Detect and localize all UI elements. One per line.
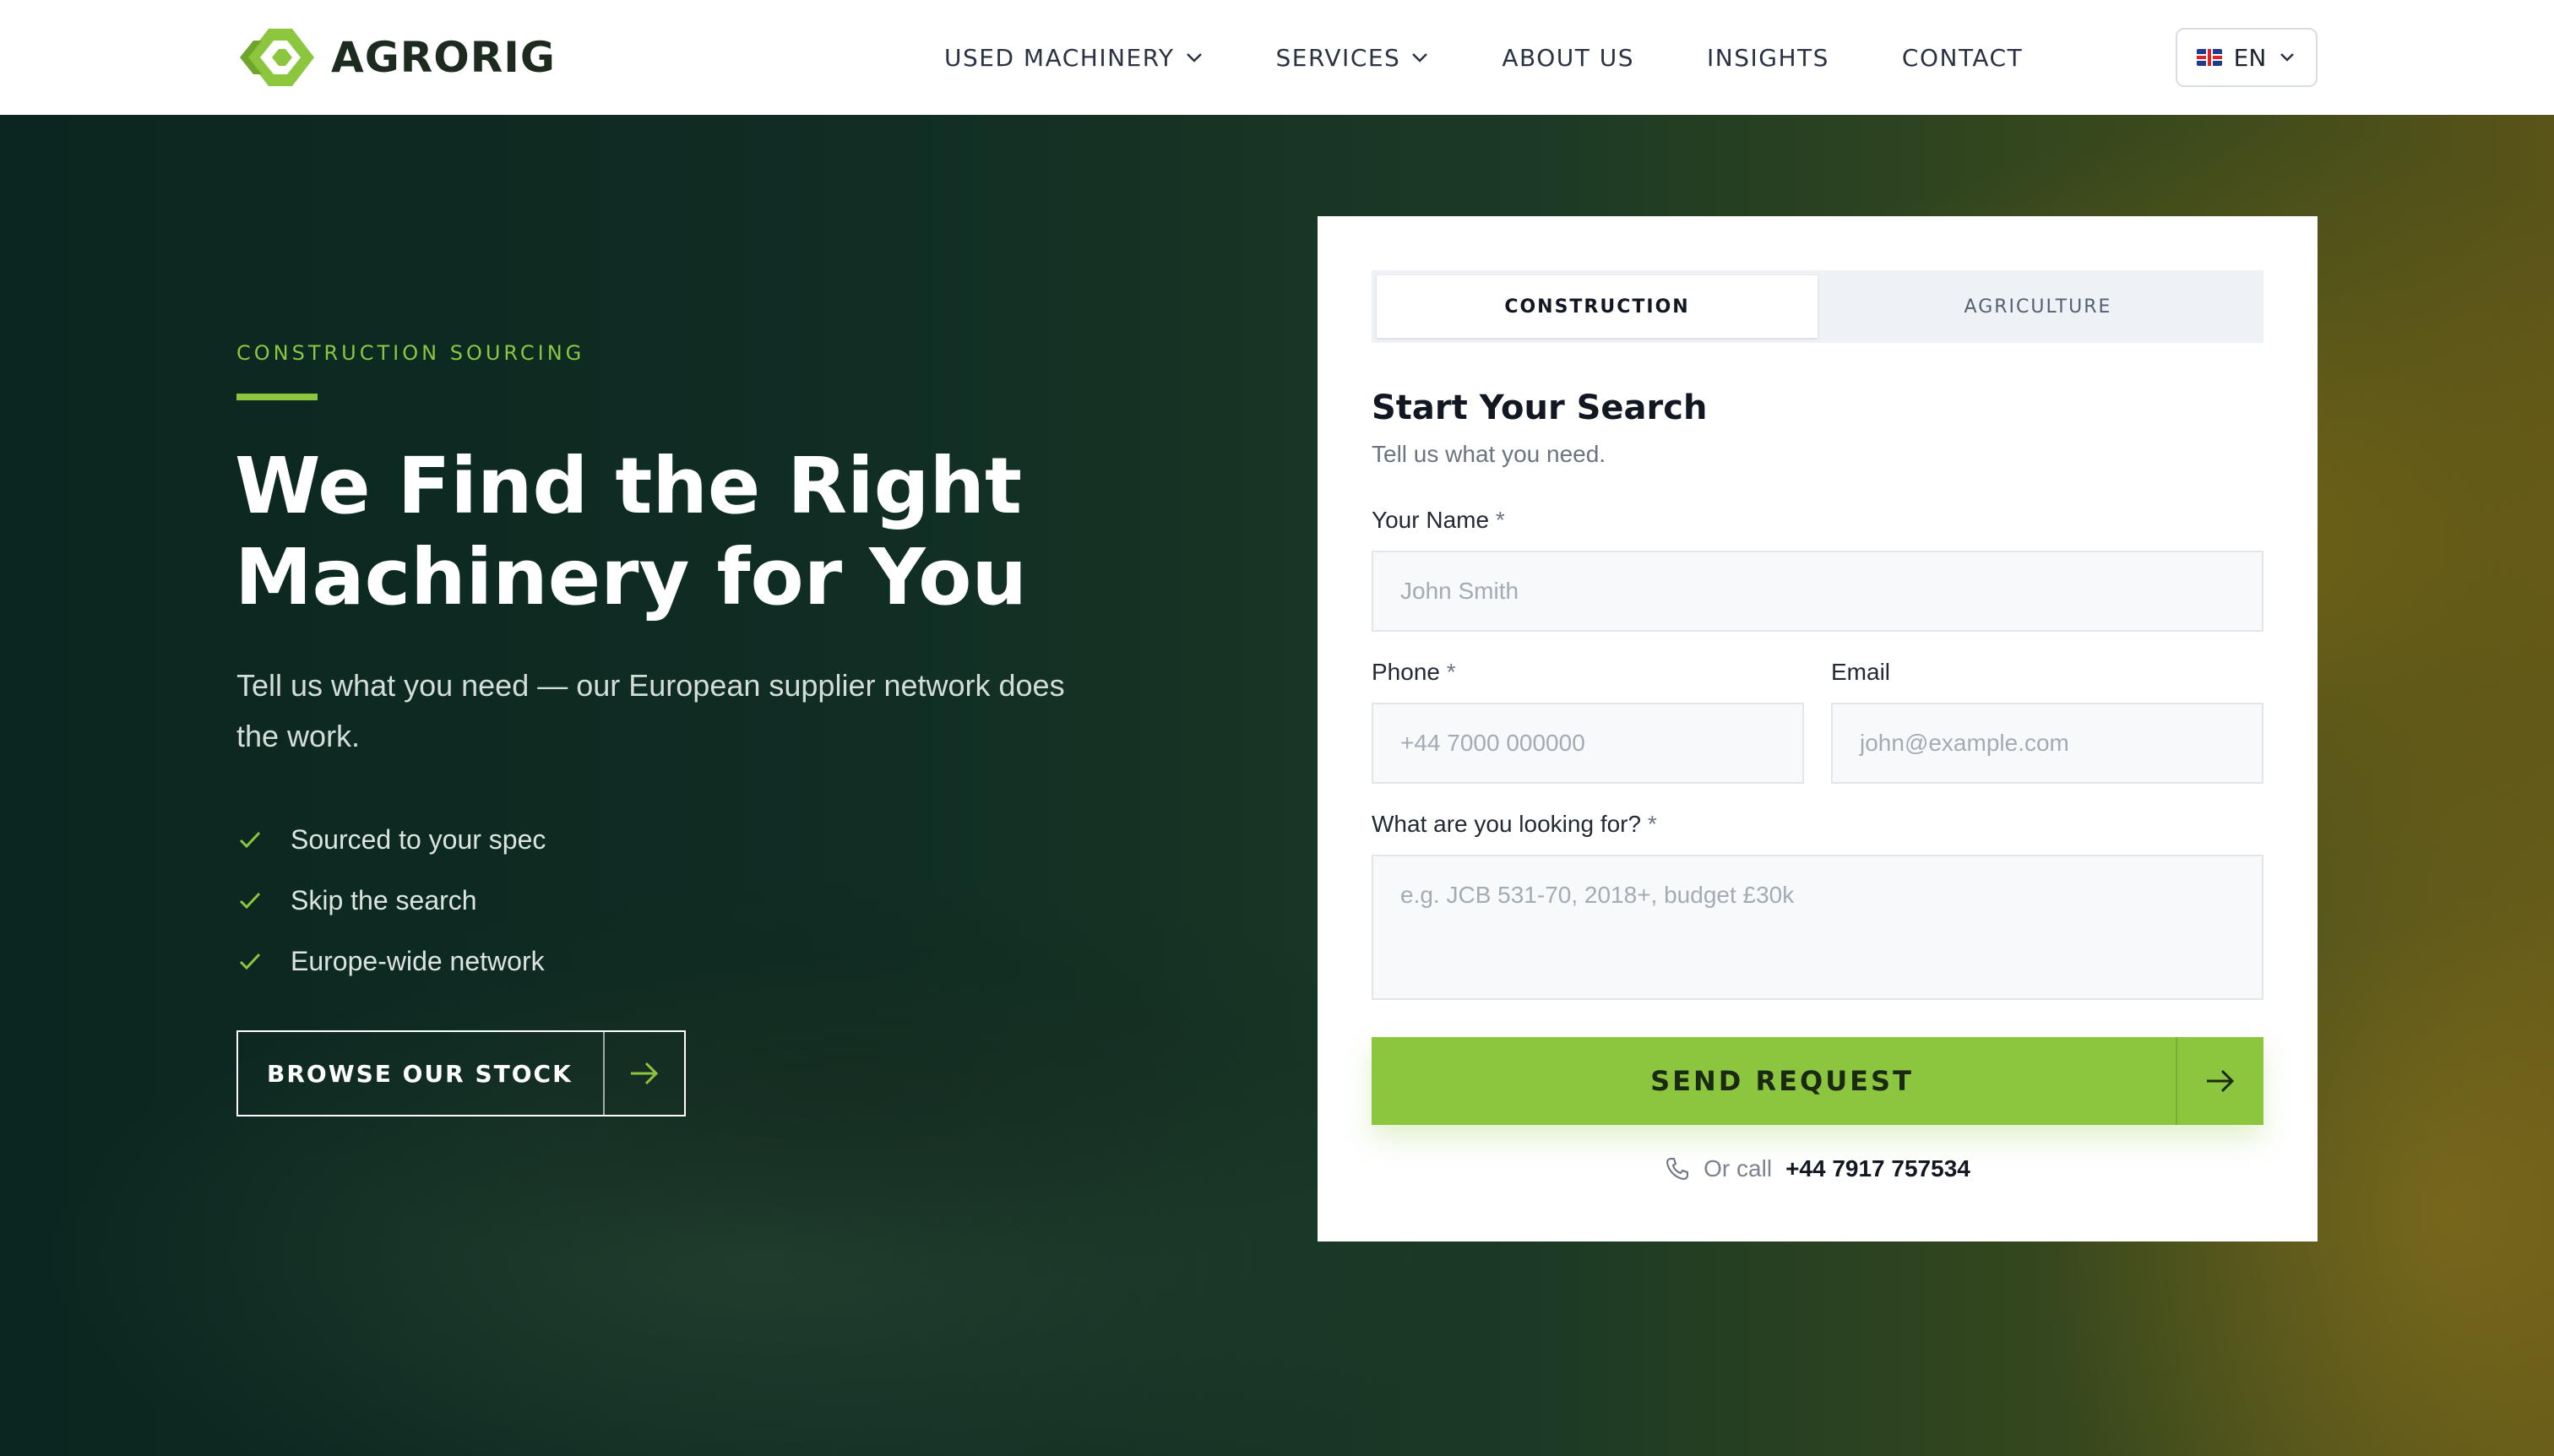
hero-title: We Find the Right Machinery for You xyxy=(235,441,1027,622)
browse-stock-button[interactable]: BROWSE OUR STOCK xyxy=(236,1030,686,1116)
form-subtitle: Tell us what you need. xyxy=(1372,441,1606,467)
list-item: Europe-wide network xyxy=(236,931,546,991)
list-item: Skip the search xyxy=(236,870,546,931)
phone-input[interactable]: +44 7000 000000 xyxy=(1372,703,1804,784)
name-label-text: Your Name xyxy=(1372,507,1490,533)
nav-item-used-machinery[interactable]: USED MACHINERY xyxy=(944,44,1204,72)
hero-subtitle: Tell us what you need — our European sup… xyxy=(236,668,1065,753)
name-field-label: Your Name * xyxy=(1372,507,1505,534)
need-label-text: What are you looking for? xyxy=(1372,811,1642,837)
phone-field-label: Phone * xyxy=(1372,659,1456,686)
eyebrow-divider xyxy=(236,394,318,400)
nav-item-services[interactable]: SERVICES xyxy=(1276,44,1430,72)
brand-logo[interactable]: AGRORIG xyxy=(236,25,556,90)
arrow-right-icon xyxy=(2176,1037,2263,1125)
email-input[interactable]: john@example.com xyxy=(1831,703,2263,784)
required-mark: * xyxy=(1647,811,1657,837)
browse-stock-label: BROWSE OUR STOCK xyxy=(267,1059,573,1088)
name-input[interactable]: John Smith xyxy=(1372,551,2263,632)
check-icon xyxy=(239,831,261,849)
call-phone-link[interactable]: +44 7917 757534 xyxy=(1785,1155,1970,1182)
uk-flag-icon xyxy=(2196,49,2222,66)
benefit-text: Sourced to your spec xyxy=(291,823,546,855)
nav-item-contact[interactable]: CONTACT xyxy=(1902,44,2023,72)
nav-item-label: SERVICES xyxy=(1275,43,1401,72)
benefit-text: Skip the search xyxy=(291,884,477,915)
tab-construction[interactable]: CONSTRUCTION xyxy=(1377,275,1818,338)
nav-item-label: ABOUT US xyxy=(1502,43,1635,72)
check-icon xyxy=(239,892,261,910)
requirements-textarea[interactable]: e.g. JCB 531-70, 2018+, budget £30k xyxy=(1372,855,2263,1000)
brand-name: AGRORIG xyxy=(331,33,556,82)
send-request-button[interactable]: SEND REQUEST xyxy=(1372,1037,2263,1125)
nav-item-label: USED MACHINERY xyxy=(944,43,1175,72)
send-request-label: SEND REQUEST xyxy=(1650,1065,1914,1097)
list-item: Sourced to your spec xyxy=(236,809,546,870)
call-us-row: Or call +44 7917 757534 xyxy=(1318,1155,2318,1182)
category-tabs: CONSTRUCTION AGRICULTURE xyxy=(1372,270,2263,343)
need-field-label: What are you looking for? * xyxy=(1372,811,1657,838)
main-nav: USED MACHINERY SERVICES ABOUT US INSIGHT… xyxy=(944,0,2095,115)
benefits-list: Sourced to your spec Skip the search Eur… xyxy=(236,809,546,991)
nav-item-insights[interactable]: INSIGHTS xyxy=(1707,44,1829,72)
agrorig-logo-icon xyxy=(240,29,314,86)
nav-item-label: CONTACT xyxy=(1901,43,2024,72)
site-header: AGRORIG USED MACHINERY SERVICES ABOUT US… xyxy=(0,0,2554,115)
form-title: Start Your Search xyxy=(1372,388,1708,427)
phone-icon xyxy=(1666,1158,1689,1181)
tab-agriculture[interactable]: AGRICULTURE xyxy=(1818,275,2258,338)
chevron-down-icon xyxy=(1186,53,1202,62)
language-selector[interactable]: EN xyxy=(2176,28,2318,87)
nav-item-about-us[interactable]: ABOUT US xyxy=(1502,44,1634,72)
email-field-label: Email xyxy=(1831,659,1890,686)
chevron-down-icon xyxy=(1412,53,1428,62)
chevron-down-icon xyxy=(2280,53,2295,62)
benefit-text: Europe-wide network xyxy=(291,945,545,976)
hero-eyebrow: CONSTRUCTION SOURCING xyxy=(236,341,585,365)
required-mark: * xyxy=(1446,659,1456,685)
call-prefix: Or call xyxy=(1704,1155,1773,1182)
required-mark: * xyxy=(1495,507,1505,533)
nav-item-label: INSIGHTS xyxy=(1707,43,1829,72)
phone-label-text: Phone xyxy=(1372,659,1440,685)
email-label-text: Email xyxy=(1831,659,1891,685)
language-label: EN xyxy=(2233,43,2267,72)
arrow-right-icon xyxy=(603,1032,684,1115)
check-icon xyxy=(239,953,261,970)
search-request-card: CONSTRUCTION AGRICULTURE Start Your Sear… xyxy=(1318,216,2318,1241)
